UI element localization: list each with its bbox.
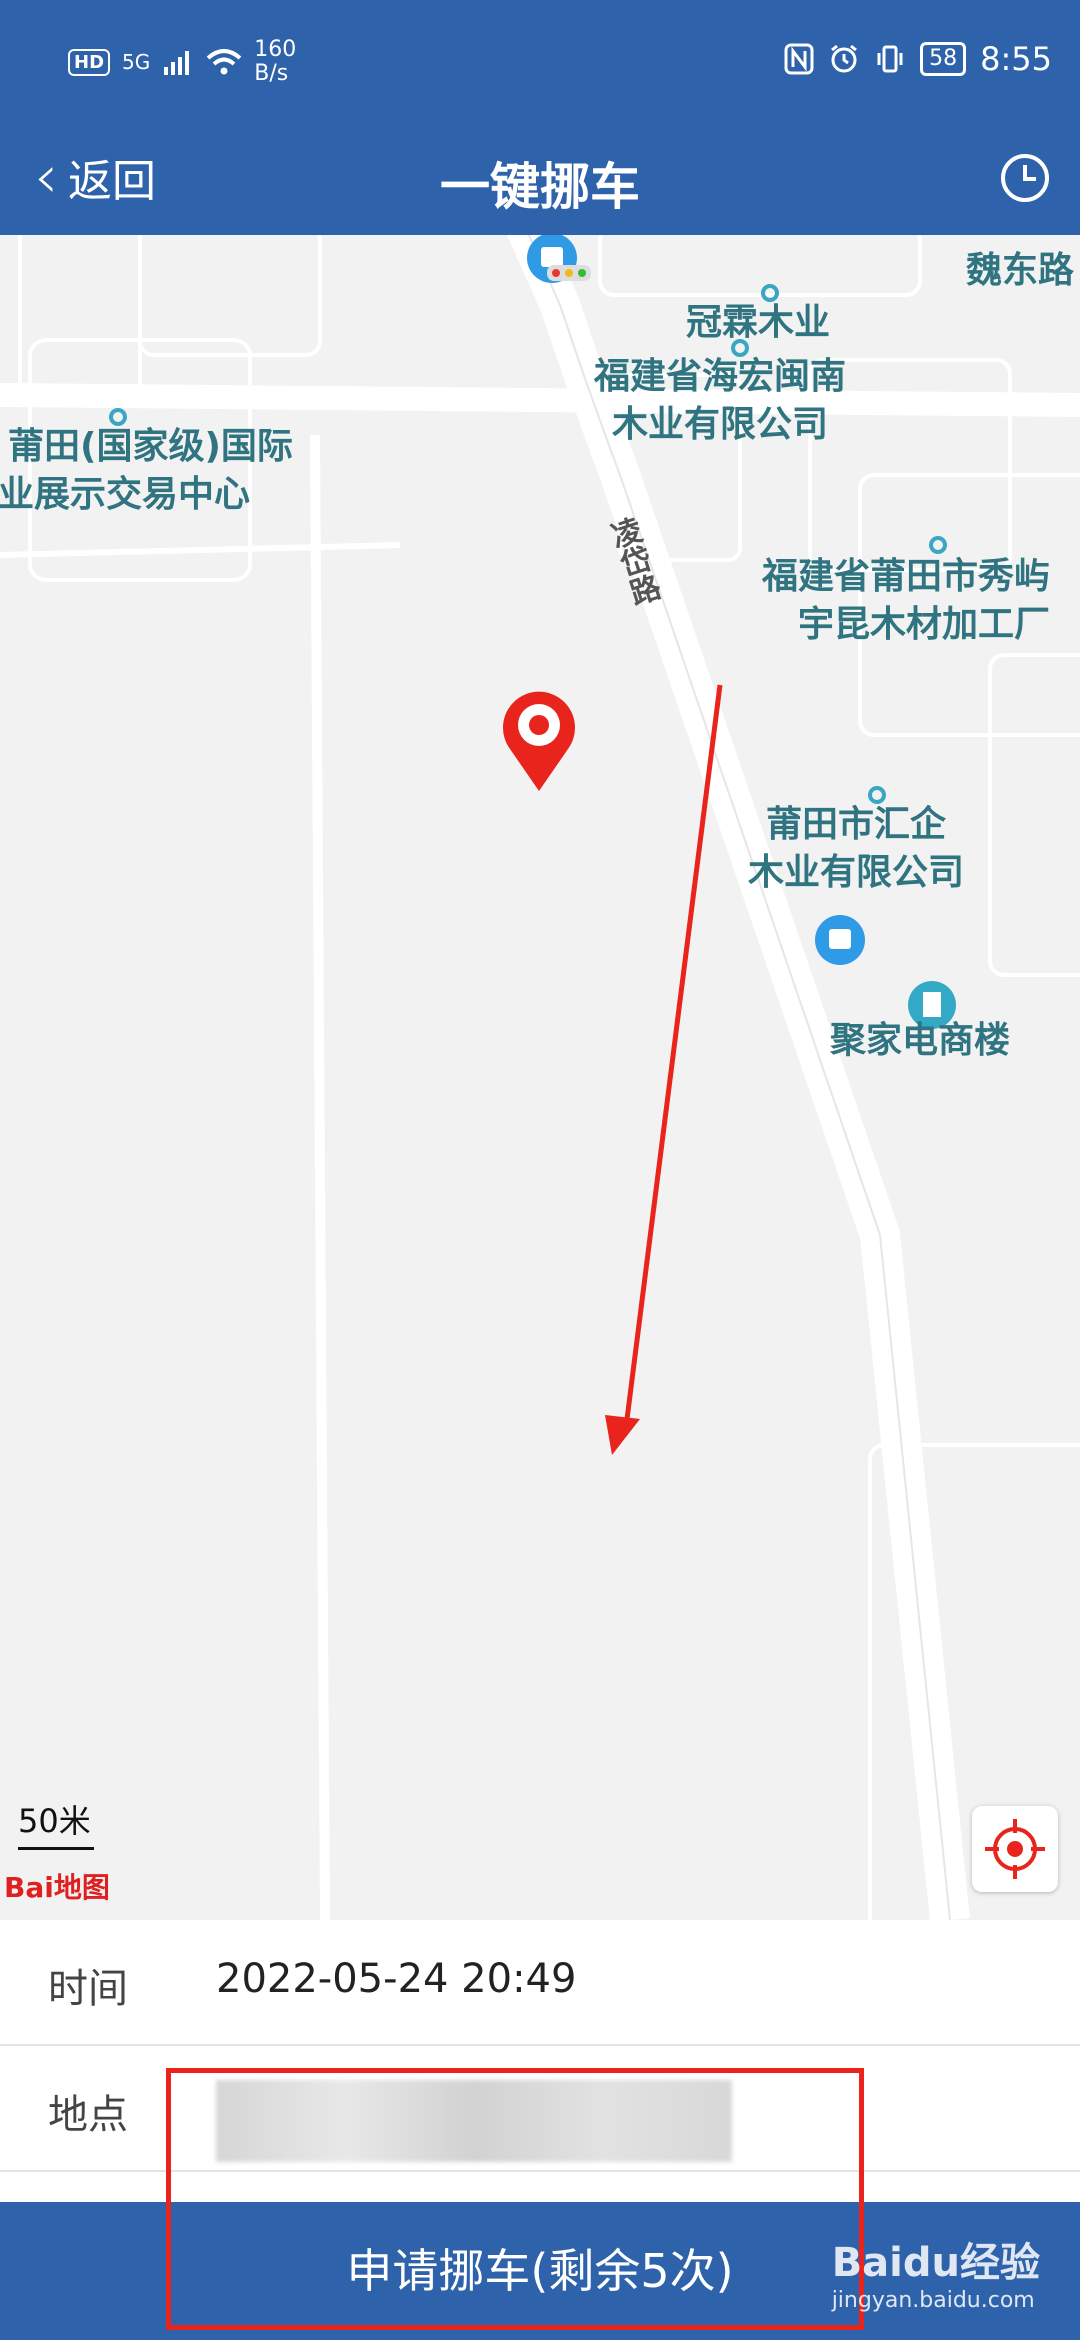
map-label-guanlin: 冠霖木业 [686,302,831,343]
crosshair-icon [985,1819,1045,1879]
status-right: 58 8:55 [784,40,1052,78]
history-clock-icon[interactable] [992,145,1058,211]
net-speed-value: 160 [254,37,297,62]
map-label-putian-expo-line2: 业展示交易中心 [0,474,251,515]
hd-badge: HD [68,48,111,76]
time-value: 2022-05-24 20:49 [216,1956,577,2002]
app-header: ‹ 返回 一键挪车 [0,125,1080,235]
map-label-putian-expo-line1: 莆田(国家级)国际 [8,426,293,467]
map-label-huiqi: 莆田市汇企 木业有限公司 [748,801,964,897]
nfc-icon [784,43,814,75]
signal-icon [164,51,190,75]
battery-level: 58 [920,42,967,76]
location-pin-icon[interactable] [494,685,584,795]
status-bar: HD 5G 160 B/s 58 8:55 [0,0,1080,125]
map-label-yukun: 福建省莆田市秀屿 宇昆木材加工厂 [752,553,1050,649]
watermark-url: jingyan.baidu.com [831,2288,1035,2313]
map-label-huiqi-line1: 莆田市汇企 [766,804,947,845]
net-speed-unit: B/s [254,61,289,86]
map-label-putian-expo: 莆田(国家级)国际 业展示交易中心 [0,423,293,519]
map-label-weidong-road: 魏东路 [966,250,1075,291]
alarm-icon [831,44,858,73]
map-label-yukun-line2: 宇昆木材加工厂 [798,604,1051,645]
map-label-haihong-line1: 福建省海宏闽南 [594,356,847,397]
wifi-icon [206,49,242,75]
watermark-brand: Baidu经验 [831,2240,1040,2286]
network-type: 5G [122,50,151,74]
map-label-haihong-line2: 木业有限公司 [612,404,829,445]
map-label-yukun-line1: 福建省莆田市秀屿 [762,556,1051,597]
highlight-box [166,2068,864,2330]
status-left: HD 5G 160 B/s [68,38,296,86]
location-label: 地点 [48,2092,128,2138]
map-label-huiqi-line2: 木业有限公司 [748,852,965,893]
time-row: 时间 2022-05-24 20:49 [0,1920,1080,2046]
map-label-jujia: 聚家电商楼 [830,1020,1011,1061]
map-scale-bar [18,1847,94,1850]
baidu-map-logo: Bai地图 [4,1871,110,1904]
net-speed: 160 B/s [254,38,296,86]
vibrate-icon [877,45,903,73]
map-scale: 50米 [18,1802,91,1840]
baidu-jingyan-watermark: Baidu经验 jingyan.baidu.com [832,2230,1040,2313]
page-title: 一键挪车 [440,158,640,216]
locate-button[interactable] [972,1806,1058,1892]
time-label: 时间 [48,1966,128,2012]
clock: 8:55 [980,40,1052,78]
map-label-haihong: 福建省海宏闽南 木业有限公司 [594,353,846,449]
map-view[interactable]: 冠霖木业 魏东路 福建省海宏闽南 木业有限公司 莆田(国家级)国际 业展示交易中… [0,235,1080,1920]
